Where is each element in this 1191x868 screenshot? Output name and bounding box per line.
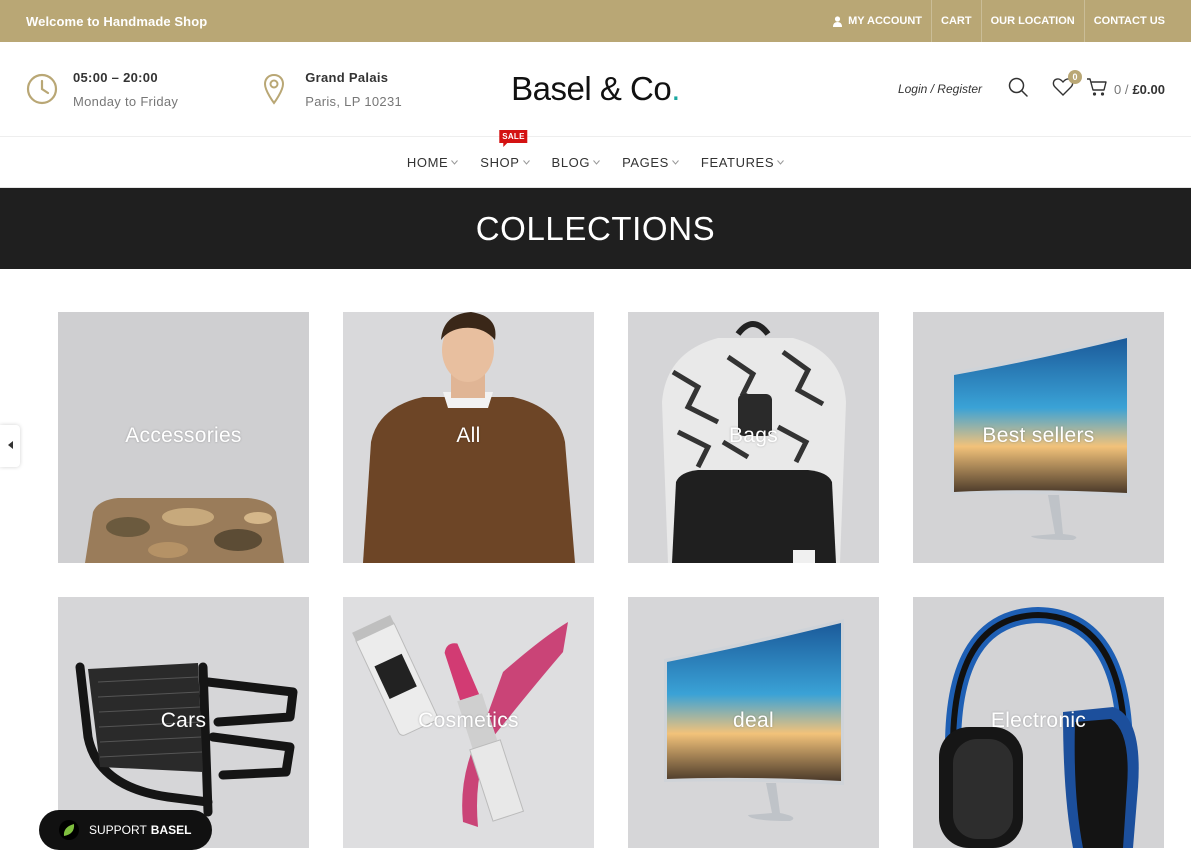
nav-shop-label: SHOP	[480, 154, 520, 170]
collection-label: Accessories	[125, 424, 242, 447]
collection-accessories[interactable]: Accessories	[58, 312, 309, 563]
top-bar: Welcome to Handmade Shop MY ACCOUNT CART…	[0, 0, 1191, 42]
chevron-down-icon	[777, 159, 784, 165]
hours-block: 05:00 – 20:00 Monday to Friday	[26, 70, 178, 109]
nav-blog[interactable]: BLOG	[544, 155, 609, 170]
logo-text: Basel & Co	[511, 70, 672, 107]
support-button[interactable]: SUPPORT BASEL	[39, 810, 212, 850]
collection-deal[interactable]: deal	[628, 597, 879, 848]
search-button[interactable]	[1008, 77, 1028, 102]
chevron-down-icon	[522, 159, 530, 165]
sale-badge: SALE	[499, 129, 528, 147]
collection-label: Bags	[728, 424, 779, 447]
leaf-icon	[59, 820, 79, 840]
collection-label: Electronic	[990, 709, 1087, 732]
cart-count: 0 /	[1113, 81, 1129, 97]
cart-total: £0.00	[1132, 81, 1165, 97]
page-title-band: COLLECTIONS	[0, 188, 1191, 269]
wishlist-count-badge: 0	[1067, 69, 1082, 84]
nav-home[interactable]: HOME	[399, 155, 466, 170]
sidebar-toggle[interactable]	[0, 425, 20, 467]
user-icon	[833, 15, 843, 27]
nav-features[interactable]: FEATURES	[693, 155, 792, 170]
support-brand: BASEL	[150, 823, 192, 837]
site-header: 05:00 – 20:00 Monday to Friday Grand Pal…	[0, 42, 1191, 137]
collection-label: deal	[733, 709, 774, 732]
search-icon	[1008, 77, 1028, 102]
logo-dot: .	[671, 70, 680, 107]
nav-pages-label: PAGES	[622, 154, 669, 170]
cart-button[interactable]: 0 / £0.00	[1086, 77, 1165, 102]
location-address: Paris, LP 10231	[305, 93, 403, 109]
our-location-link[interactable]: OUR LOCATION	[980, 0, 1084, 42]
nav-home-label: HOME	[406, 154, 449, 170]
login-register-link[interactable]: Login / Register	[898, 82, 982, 96]
map-pin-icon	[258, 73, 290, 105]
my-account-link[interactable]: MY ACCOUNT	[824, 0, 931, 42]
nav-blog-label: BLOG	[551, 154, 591, 170]
collection-best-sellers[interactable]: Best sellers	[913, 312, 1164, 563]
hours-text: 05:00 – 20:00	[73, 69, 158, 85]
days-text: Monday to Friday	[73, 93, 179, 109]
my-account-label: MY ACCOUNT	[848, 15, 923, 27]
collection-label: Best sellers	[982, 424, 1095, 447]
chevron-down-icon	[451, 159, 459, 165]
collection-all[interactable]: All	[343, 312, 594, 563]
main-nav: HOME SALE SHOP BLOG PAGES FEATURES	[0, 129, 1191, 188]
location-name: Grand Palais	[305, 69, 389, 85]
location-block: Grand Palais Paris, LP 10231	[258, 70, 402, 109]
chevron-left-icon	[7, 441, 13, 451]
page-title: COLLECTIONS	[475, 209, 716, 247]
welcome-text: Welcome to Handmade Shop	[26, 13, 208, 29]
collection-label: Cosmetics	[418, 709, 519, 732]
cart-link[interactable]: CART	[931, 0, 981, 42]
chevron-down-icon	[593, 159, 600, 165]
nav-pages[interactable]: PAGES	[614, 155, 687, 170]
nav-shop[interactable]: SALE SHOP	[472, 129, 537, 170]
support-prefix: SUPPORT	[89, 823, 147, 837]
collection-label: Cars	[160, 709, 207, 732]
collection-electronic[interactable]: Electronic	[913, 597, 1164, 848]
header-actions: Login / Register 0 0 / £0.00	[898, 69, 1165, 102]
cart-icon	[1086, 77, 1108, 102]
collection-bags[interactable]: Bags	[628, 312, 879, 563]
contact-us-link[interactable]: CONTACT US	[1083, 0, 1165, 42]
collections-grid: Accessories All Bags Best sellers Cars C…	[58, 312, 1164, 848]
top-links: MY ACCOUNT CART OUR LOCATION CONTACT US	[824, 0, 1165, 42]
nav-features-label: FEATURES	[700, 154, 775, 170]
collection-label: All	[456, 424, 481, 447]
logo-link[interactable]: Basel & Co.	[511, 70, 680, 108]
clock-icon	[26, 73, 58, 105]
collection-cosmetics[interactable]: Cosmetics	[343, 597, 594, 848]
wishlist-button[interactable]: 0	[1052, 69, 1082, 102]
chevron-down-icon	[672, 159, 679, 165]
